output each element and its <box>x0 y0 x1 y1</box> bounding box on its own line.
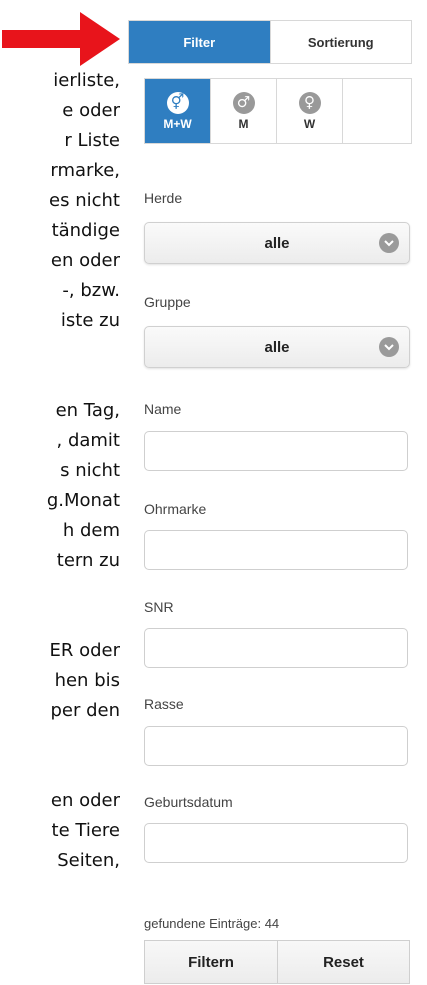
tab-bar: Filter Sortierung <box>128 20 412 64</box>
background-text-line: Seiten, <box>57 850 120 871</box>
ohrmarke-input[interactable] <box>144 530 408 570</box>
rasse-label: Rasse <box>144 696 184 712</box>
background-text-line: en oder <box>50 250 120 271</box>
background-text-line <box>0 606 120 636</box>
background-text-line: ierliste, <box>53 70 120 91</box>
background-text-line: te Tiere <box>51 820 120 841</box>
red-arrow-icon <box>2 12 120 66</box>
background-text-line <box>0 366 120 396</box>
herde-label: Herde <box>144 190 183 206</box>
name-input[interactable] <box>144 431 408 471</box>
snr-label: SNR <box>144 599 174 615</box>
background-text-line: r Liste <box>64 130 120 151</box>
background-text-line: hen bis <box>54 670 120 691</box>
tab-filter[interactable]: Filter <box>129 21 270 63</box>
background-text-line: es nicht <box>49 190 120 211</box>
gruppe-label: Gruppe <box>144 294 191 310</box>
background-text-line: tändige <box>51 220 120 241</box>
gender-all-label: M+W <box>163 116 192 131</box>
filter-button[interactable]: Filtern <box>144 940 278 984</box>
background-text-line: , damit <box>56 430 121 451</box>
reset-button[interactable]: Reset <box>277 940 410 984</box>
gender-selector-spacer <box>343 79 411 143</box>
gender-female-button[interactable]: ♀ W <box>277 79 343 143</box>
herde-value: alle <box>264 234 290 252</box>
background-text-line: en Tag, <box>55 400 120 421</box>
name-label: Name <box>144 401 182 417</box>
ohrmarke-label: Ohrmarke <box>144 501 207 517</box>
male-icon: ♂ <box>232 91 255 114</box>
chevron-down-icon <box>379 337 399 357</box>
filter-panel: Filter Sortierung ⚥ M+W ♂ M ♀ W Herde al… <box>128 0 427 985</box>
background-text-line: h dem <box>62 520 120 541</box>
background-text-line: iste zu <box>60 310 120 331</box>
background-text-line: per den <box>50 700 120 721</box>
background-text-line: e oder <box>62 100 120 121</box>
gender-male-button[interactable]: ♂ M <box>211 79 277 143</box>
geburtsdatum-input[interactable] <box>144 823 408 863</box>
background-text-line <box>0 726 120 756</box>
female-icon: ♀ <box>298 91 321 114</box>
gender-selector: ⚥ M+W ♂ M ♀ W <box>144 78 412 144</box>
herde-select[interactable]: alle <box>144 222 410 264</box>
geburtsdatum-label: Geburtsdatum <box>144 794 233 810</box>
tab-sortierung[interactable]: Sortierung <box>269 21 412 63</box>
background-text-line: -, bzw. <box>62 280 120 301</box>
background-text-line: g.Monat <box>46 490 120 511</box>
male-female-icon: ⚥ <box>166 91 189 114</box>
gruppe-value: alle <box>264 338 290 356</box>
result-count: gefundene Einträge: 44 <box>144 916 280 931</box>
background-text-line <box>0 336 120 366</box>
gender-female-label: W <box>303 116 316 131</box>
background-text-line: en oder <box>50 790 120 811</box>
background-text-line: ER oder <box>49 640 120 661</box>
background-document-text: ierliste, e oder r Liste rmarke, es nicht tän… <box>0 66 120 876</box>
gender-male-label: M <box>238 116 249 131</box>
gender-all-button[interactable]: ⚥ M+W <box>145 79 211 143</box>
rasse-input[interactable] <box>144 726 408 766</box>
background-text-line: rmarke, <box>50 160 120 181</box>
background-text-line: tern zu <box>56 550 120 571</box>
background-text-line: s nicht <box>60 460 120 481</box>
background-text-line <box>0 576 120 606</box>
chevron-down-icon <box>379 233 399 253</box>
gruppe-select[interactable]: alle <box>144 326 410 368</box>
background-text-line <box>0 756 120 786</box>
snr-input[interactable] <box>144 628 408 668</box>
